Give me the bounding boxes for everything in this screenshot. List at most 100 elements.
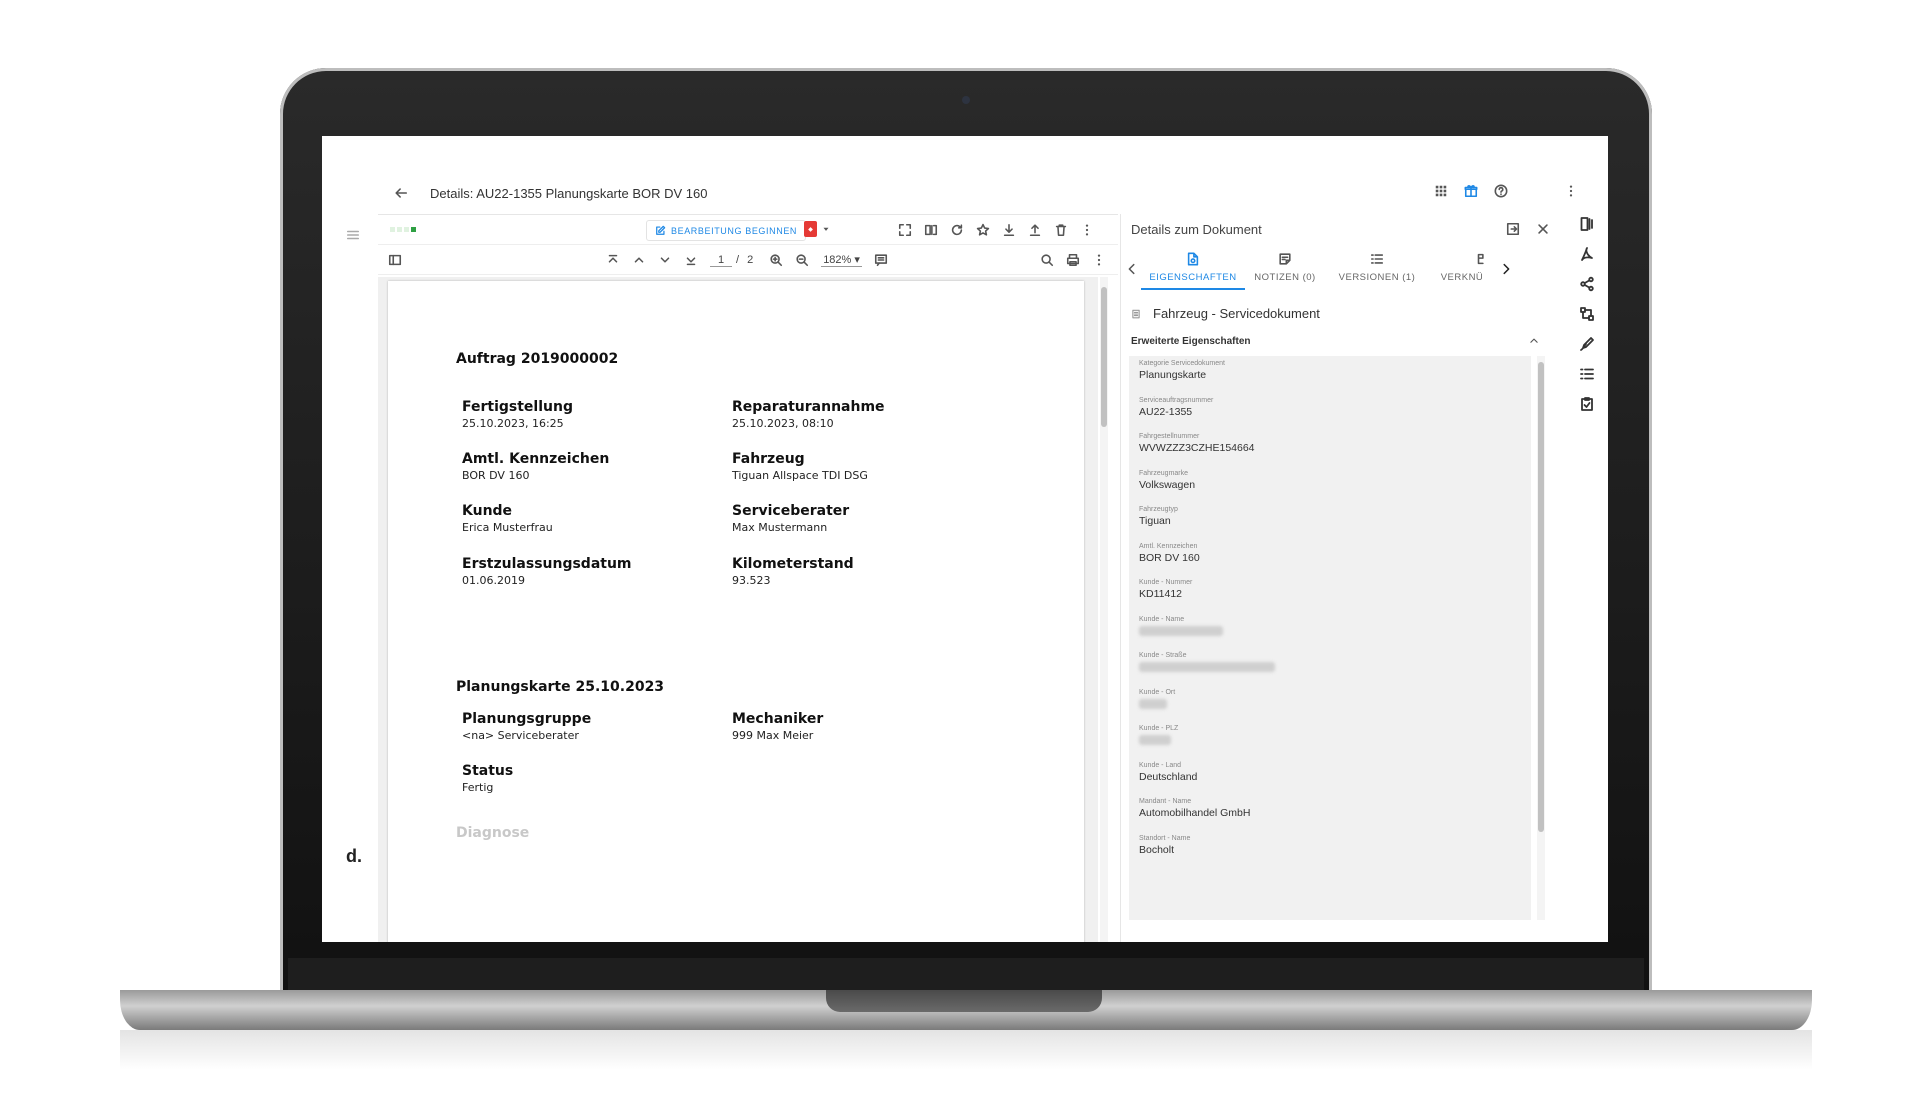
task-icon[interactable] <box>1579 396 1595 412</box>
gift-icon[interactable] <box>1464 184 1478 198</box>
property-item[interactable]: Mandant - Name Automobilhandel GmbH <box>1129 794 1531 831</box>
checklist-icon[interactable] <box>1579 366 1595 382</box>
field-label: Mechaniker <box>732 711 824 727</box>
annotation-icon[interactable] <box>874 253 888 267</box>
property-item[interactable]: Fahrzeugtyp Tiguan <box>1129 502 1531 539</box>
page-navigation: 1 / 2 182% ▾ <box>606 253 888 267</box>
property-label: Kunde - Name <box>1139 615 1185 623</box>
property-item[interactable]: Kunde - PLZ <box>1129 721 1531 758</box>
workflow-icon[interactable] <box>1579 306 1595 322</box>
document-page: Auftrag 2019000002 Fertigstellung 25.10.… <box>388 281 1084 942</box>
property-item[interactable]: Kunde - Nummer KD11412 <box>1129 575 1531 612</box>
property-label: Serviceauftragsnummer <box>1139 396 1214 404</box>
compare-icon[interactable] <box>924 223 938 237</box>
star-icon[interactable] <box>976 223 990 237</box>
pdf-toolbar: 1 / 2 182% ▾ <box>378 245 1118 275</box>
redacted-value <box>1139 698 1167 709</box>
viewer-actions <box>898 223 1094 237</box>
tab-links[interactable]: VERKNÜ <box>1429 252 1495 290</box>
property-item[interactable]: Standort - Name Bocholt <box>1129 831 1531 868</box>
property-value: Planungskarte <box>1139 369 1207 381</box>
fullscreen-icon[interactable] <box>898 223 912 237</box>
tabs-next-icon[interactable] <box>1499 262 1513 276</box>
property-value: Volkswagen <box>1139 478 1196 491</box>
right-rail <box>1566 214 1608 514</box>
more-vert-icon[interactable] <box>1564 184 1578 198</box>
sidebar-toggle-icon[interactable] <box>388 253 402 267</box>
zoom-in-icon[interactable] <box>769 253 783 267</box>
property-item[interactable]: Fahrgestellnummer WVWZZZ3CZHE154664 <box>1129 429 1531 466</box>
close-icon[interactable] <box>1536 222 1550 236</box>
tabs-prev-icon[interactable] <box>1125 262 1139 276</box>
upload-icon[interactable] <box>1028 223 1042 237</box>
property-value: BOR DV 160 <box>1139 551 1200 564</box>
field-label: Fahrzeug <box>732 451 805 467</box>
extended-properties-header[interactable]: Erweiterte Eigenschaften <box>1131 336 1539 347</box>
tab-versions[interactable]: VERSIONEN (1) <box>1325 252 1429 290</box>
property-label: Kunde - Land <box>1139 761 1182 769</box>
property-value: WVWZZZ3CZHE154664 <box>1139 442 1255 454</box>
pdf-format-dropdown[interactable]: ◆ <box>804 221 831 237</box>
property-item[interactable]: Fahrzeugmarke Volkswagen <box>1129 466 1531 503</box>
document-viewer: BEARBEITUNG BEGINNEN ◆ 1 / 2 182% ▾ Auft… <box>378 214 1118 942</box>
first-page-icon[interactable] <box>606 253 620 267</box>
property-label: Kunde - PLZ <box>1139 725 1179 732</box>
property-item[interactable]: Kategorie Servicedokument Planungskarte <box>1129 356 1531 393</box>
search-icon[interactable] <box>1040 253 1054 267</box>
field-value: <na> Serviceberater <box>462 729 579 742</box>
property-item[interactable]: Amtl. Kennzeichen BOR DV 160 <box>1129 539 1531 576</box>
pop-out-icon[interactable] <box>1506 222 1520 236</box>
document-canvas[interactable]: Auftrag 2019000002 Fertigstellung 25.10.… <box>378 277 1098 942</box>
zoom-out-icon[interactable] <box>795 253 809 267</box>
previous-page-icon[interactable] <box>632 253 646 267</box>
document-settings-icon <box>1186 252 1200 266</box>
property-item[interactable]: Kunde - Straße <box>1129 648 1531 685</box>
zoom-select[interactable]: 182% ▾ <box>821 253 862 267</box>
property-label: Mandant - Name <box>1139 798 1192 805</box>
back-arrow-icon[interactable] <box>394 186 408 200</box>
download-icon[interactable] <box>1002 223 1016 237</box>
pdf-more-icon[interactable] <box>1092 253 1106 267</box>
versions-list-icon <box>1370 252 1384 266</box>
property-label: Fahrgestellnummer <box>1139 433 1200 440</box>
pdf-actions <box>1040 253 1106 267</box>
property-value: Automobilhandel GmbH <box>1139 807 1251 819</box>
share-icon[interactable] <box>1579 276 1595 292</box>
field-value: 01.06.2019 <box>462 574 525 587</box>
chevron-down-icon <box>821 224 831 234</box>
delete-icon[interactable] <box>1054 223 1068 237</box>
chevron-up-icon[interactable] <box>1529 336 1539 346</box>
document-scroll-thumb[interactable] <box>1101 287 1107 427</box>
viewer-more-icon[interactable] <box>1080 223 1094 237</box>
document-scrollbar[interactable] <box>1100 277 1108 942</box>
tab-label: VERKNÜ <box>1440 272 1484 283</box>
details-scroll-thumb[interactable] <box>1538 362 1544 832</box>
signature-icon[interactable] <box>1579 336 1595 352</box>
details-scrollbar[interactable] <box>1537 356 1545 920</box>
top-actions <box>1434 184 1578 198</box>
refresh-icon[interactable] <box>950 223 964 237</box>
property-value: Bocholt <box>1139 843 1175 856</box>
document-details-icon[interactable] <box>1579 216 1595 232</box>
apps-grid-icon[interactable] <box>1434 184 1448 198</box>
help-icon[interactable] <box>1494 184 1508 198</box>
menu-icon[interactable] <box>346 228 360 242</box>
property-item[interactable]: Kunde - Name <box>1129 612 1531 649</box>
tab-properties[interactable]: EIGENSCHAFTEN <box>1141 252 1245 290</box>
next-page-icon[interactable] <box>658 253 672 267</box>
details-panel: Details zum Dokument EIGENSCHAFTEN NOTIZ… <box>1120 214 1566 942</box>
property-item[interactable]: Serviceauftragsnummer AU22-1355 <box>1129 393 1531 430</box>
property-item[interactable]: Kunde - Ort <box>1129 685 1531 722</box>
field-label: Kunde <box>462 503 513 519</box>
last-page-icon[interactable] <box>684 253 698 267</box>
print-icon[interactable] <box>1066 253 1080 267</box>
start-edit-label: BEARBEITUNG BEGINNEN <box>671 225 798 236</box>
tab-notes[interactable]: NOTIZEN (0) <box>1245 252 1325 290</box>
property-label: Kunde - Ort <box>1139 688 1176 696</box>
start-edit-button[interactable]: BEARBEITUNG BEGINNEN <box>646 220 807 241</box>
page-number-input[interactable]: 1 <box>710 254 732 267</box>
property-item[interactable]: Kunde - Land Deutschland <box>1129 758 1531 795</box>
document-type-icon <box>1131 309 1141 319</box>
acrobat-icon[interactable] <box>1579 246 1595 262</box>
details-header-actions <box>1506 222 1550 236</box>
